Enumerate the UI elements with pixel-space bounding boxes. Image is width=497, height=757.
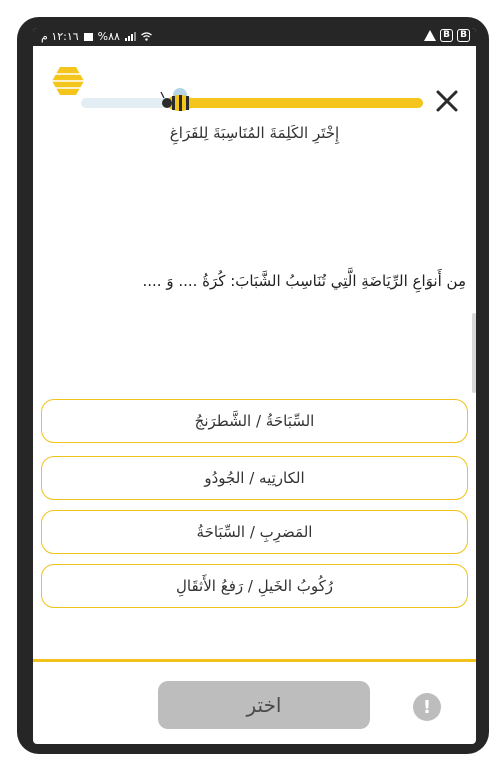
progress-fill [173, 98, 423, 108]
progress-track [81, 98, 423, 108]
question-text: مِن أَنوَاعِ الرِّيَاضَةِ الَّتِي تُنَاس… [142, 272, 466, 290]
battery-percent: %٨٨ [97, 30, 120, 43]
scrollbar[interactable] [472, 313, 476, 393]
honeycomb-icon [52, 67, 84, 95]
warning-icon [424, 30, 436, 41]
app-screen: ١٢:١٦ م %٨٨ B B إِخْتَرِ الكَلِمَةَ المُ… [33, 28, 476, 744]
answer-option-4[interactable]: رُكُوبُ الخَيلِ / رَفعُ الأَثقَالِ [41, 564, 468, 608]
instruction-text: إِخْتَرِ الكَلِمَةَ المُنَاسِبَةَ لِلفَر… [169, 124, 340, 142]
b-app-icon-2: B [457, 29, 470, 42]
answer-option-3[interactable]: المَضرِبِ / السِّبَاحَةُ [41, 510, 468, 554]
bee-icon [160, 88, 194, 111]
answer-option-1[interactable]: السِّبَاحَةُ / الشَّطرَنجُ [41, 399, 468, 443]
signal-icon [124, 32, 136, 41]
status-time: ١٢:١٦ م [41, 30, 79, 43]
footer-divider [33, 659, 476, 662]
answer-option-2[interactable]: الكارتِيه / الجُودُو [41, 456, 468, 500]
hint-icon[interactable]: ! [413, 693, 441, 721]
status-bar: ١٢:١٦ م %٨٨ B B [33, 28, 476, 46]
wifi-icon [141, 32, 152, 41]
status-left-group: ١٢:١٦ م %٨٨ [41, 30, 152, 43]
status-right-group: B B [424, 29, 470, 42]
submit-button[interactable]: اختر [158, 681, 370, 729]
close-icon[interactable] [433, 87, 461, 115]
b-app-icon: B [440, 29, 453, 42]
battery-icon [83, 32, 93, 41]
